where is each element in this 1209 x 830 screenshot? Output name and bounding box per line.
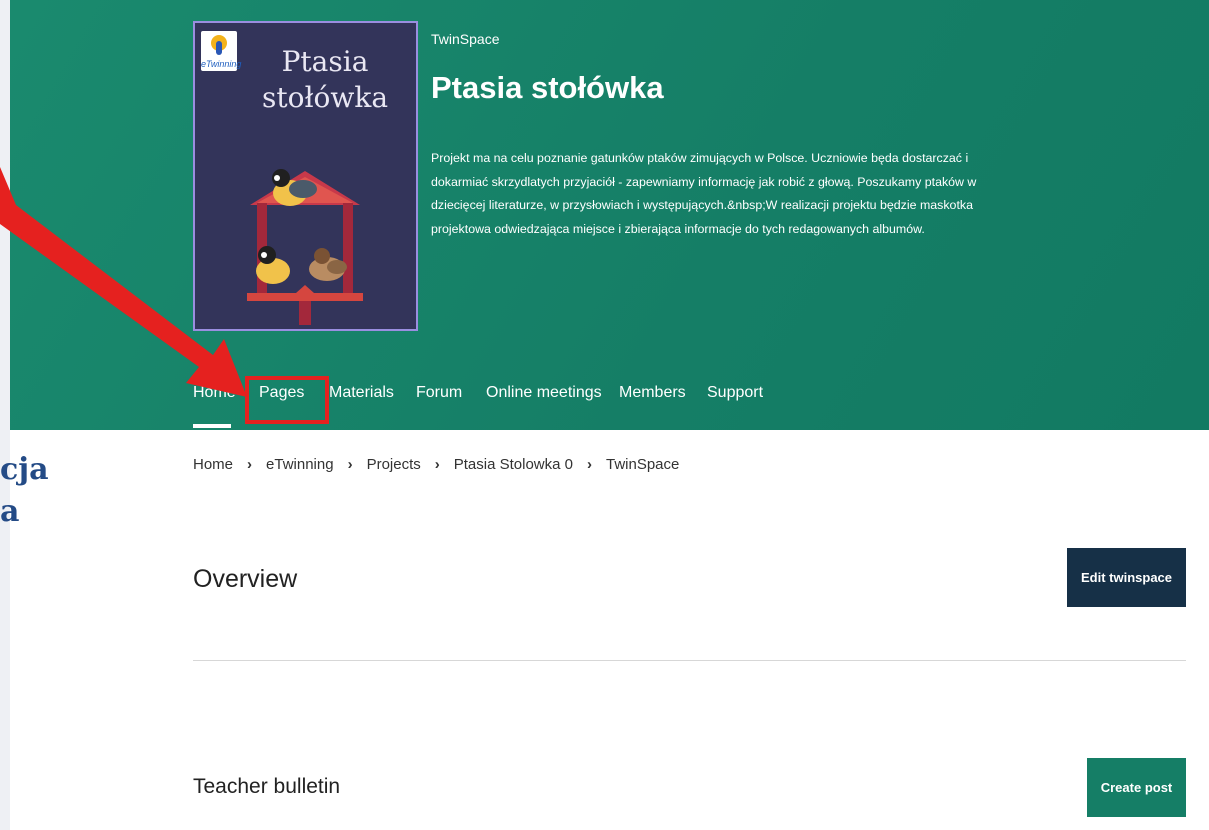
tab-members[interactable]: Members	[619, 384, 686, 402]
overview-heading: Overview	[193, 565, 298, 593]
tab-forum[interactable]: Forum	[416, 384, 462, 402]
side-text-line2: a	[0, 494, 20, 529]
project-title: Ptasia stołówka	[431, 70, 664, 105]
tab-home[interactable]: Home	[193, 384, 236, 402]
left-panel-strip	[0, 0, 10, 830]
breadcrumb: Home › eTwinning › Projects › Ptasia Stolowka …	[193, 456, 679, 473]
breadcrumb-separator: ›	[434, 456, 440, 473]
breadcrumb-twinspace: TwinSpace	[605, 456, 680, 473]
tab-materials[interactable]: Materials	[329, 384, 394, 402]
create-post-button[interactable]: Create post	[1087, 758, 1186, 817]
project-description: Projekt ma na celu poznanie gatunków pta…	[431, 151, 977, 236]
section-divider	[193, 660, 1186, 661]
twinspace-label: TwinSpace	[431, 31, 500, 47]
breadcrumb-project[interactable]: Ptasia Stolowka 0	[454, 456, 573, 473]
breadcrumb-etwinning[interactable]: eTwinning	[266, 456, 334, 473]
tab-support[interactable]: Support	[707, 384, 763, 402]
breadcrumb-separator: ›	[247, 456, 253, 473]
breadcrumb-home[interactable]: Home	[193, 456, 233, 473]
active-tab-indicator	[193, 424, 231, 428]
breadcrumb-separator: ›	[586, 456, 592, 473]
bird-feeder-illustration	[247, 169, 363, 325]
pages-highlight-box	[245, 376, 329, 424]
side-text-line1: cja	[0, 452, 49, 487]
breadcrumb-separator: ›	[347, 456, 353, 473]
breadcrumb-projects[interactable]: Projects	[367, 456, 421, 473]
edit-twinspace-button[interactable]: Edit twinspace	[1067, 548, 1186, 607]
teacher-bulletin-heading: Teacher bulletin	[193, 775, 341, 798]
tab-online-meetings[interactable]: Online meetings	[486, 384, 602, 402]
project-cover-image: eTwinning Ptasia stołówka	[193, 21, 418, 331]
